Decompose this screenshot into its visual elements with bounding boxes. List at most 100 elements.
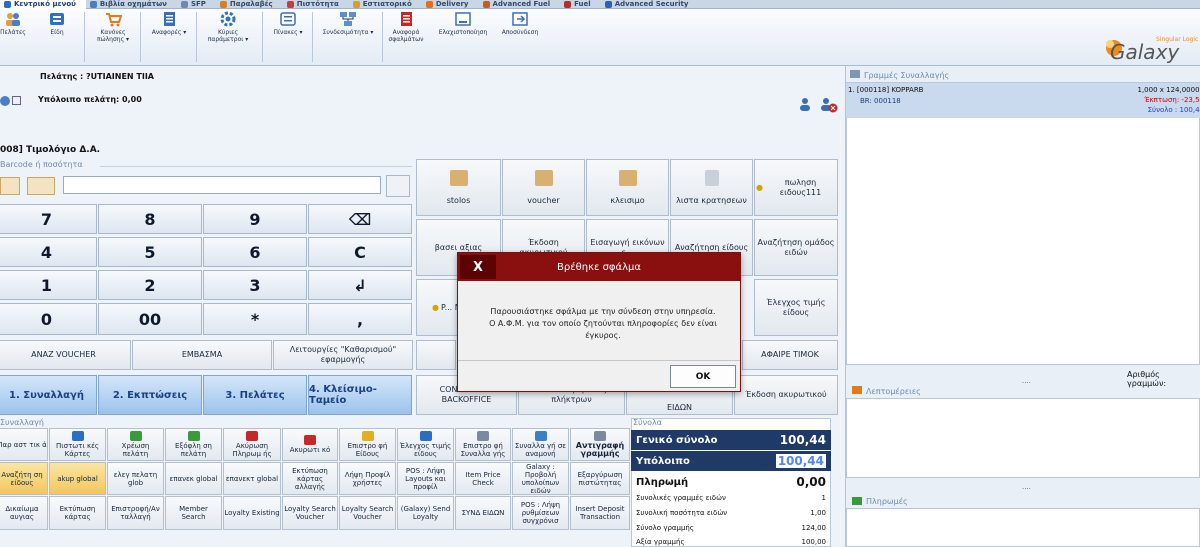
keyboard-icon[interactable] (386, 175, 410, 197)
ribbon-reports-button[interactable]: Αναφορές ▾ (150, 11, 188, 36)
transaction-button[interactable]: Εκτύπωση κάρτας (49, 496, 106, 530)
ribbon-label: Κανόνες πώλησης ▾ (96, 29, 130, 43)
transaction-button[interactable]: Αναζήτη ση είδους (0, 462, 48, 495)
transaction-button[interactable]: Επιστρο φή Συναλλα γής (455, 428, 511, 461)
price-icon[interactable] (27, 177, 55, 195)
transaction-button[interactable]: επανεκτ global (223, 462, 281, 495)
ribbon-main-settings-button[interactable]: Κύριες παράμετροι ▾ (203, 11, 253, 43)
func-voucher[interactable]: voucher (502, 159, 585, 216)
func-item-group-search[interactable]: Αναζήτηση ομάδος ειδών (754, 219, 838, 276)
transaction-button[interactable]: POS : Λήψη ρυθμίσεων συγχρόνισ (512, 496, 569, 530)
ribbon-items-button[interactable]: Είδη (42, 11, 72, 36)
key-comma[interactable]: , (308, 303, 412, 335)
transaction-button[interactable]: ελεγ πελατη glob (107, 462, 164, 495)
key-8[interactable]: 8 (98, 204, 202, 234)
transaction-button[interactable]: Εξόφλη ση πελάτη (165, 428, 222, 461)
func-close[interactable]: κλεισιμο (586, 159, 669, 216)
tab-loyalty[interactable]: Πιστότητα (283, 0, 349, 9)
transaction-button[interactable]: Λήψη Προφίλ χρήστες (339, 462, 396, 495)
key-6[interactable]: 6 (203, 237, 307, 267)
key-multiply[interactable]: * (203, 303, 307, 335)
transaction-button[interactable]: Εκτύπωση κάρτας αλλαγής (282, 462, 338, 495)
transaction-button[interactable]: Έλεγχος τιμής είδους (397, 428, 454, 461)
transaction-button[interactable]: Ακύρωση Πληρωμ ής (223, 428, 281, 461)
ribbon-minimize-button[interactable]: Ελαχιστοποίηση (436, 11, 490, 36)
transaction-button[interactable]: Ακυρωτι κό (282, 428, 338, 461)
transaction-button[interactable]: Loyalty Search Voucher (282, 496, 338, 530)
key-7[interactable]: 7 (0, 204, 97, 234)
func-reservations[interactable]: λιστα κρατησεων (670, 159, 753, 216)
transaction-button[interactable]: POS : Λήψη Layouts και προφίλ (397, 462, 454, 495)
transaction-button[interactable]: (Galaxy) Send Loyalty (397, 496, 454, 530)
dialog-ok-button[interactable]: OK (670, 365, 736, 388)
ribbon-logout-button[interactable]: Αποσύνδεση (496, 11, 544, 36)
func-price-check[interactable]: Έλεγχος τιμής είδους (754, 279, 838, 336)
key-2[interactable]: 2 (98, 270, 202, 300)
tab-fuel[interactable]: Fuel (560, 0, 601, 9)
tab-sfp[interactable]: SFP (177, 0, 216, 9)
tab-customers-button[interactable]: 3. Πελάτες (203, 375, 307, 415)
func-stolos[interactable]: stolos (416, 159, 501, 216)
transaction-button[interactable]: Loyalty Search Voucher (339, 496, 396, 530)
tab-receipts[interactable]: Παραλαβές (216, 0, 283, 9)
barcode-input[interactable] (63, 176, 381, 194)
key-1[interactable]: 1 (0, 270, 97, 300)
key-3[interactable]: 3 (203, 270, 307, 300)
wire-transfer-button[interactable]: ΕΜΒΑΣΜΑ (132, 340, 272, 370)
transaction-button[interactable]: ΣΥΝΔ ΕΙΔΩΝ (455, 496, 511, 530)
transaction-button[interactable]: Member Search (165, 496, 222, 530)
drag-handle[interactable]: .... (1022, 377, 1031, 385)
transaction-button[interactable]: Δικαίωμα αυγιας (0, 496, 48, 530)
ribbon-tables-button[interactable]: Πίνακες ▾ (272, 11, 304, 36)
func-item-sale[interactable]: ● πωληση ειδους111 (754, 159, 838, 216)
tab-transaction-button[interactable]: 1. Συναλλαγή (0, 375, 97, 415)
void-issue-button[interactable]: Έκδοση ακυρωτικού (734, 375, 838, 415)
transaction-line-1[interactable]: 1. [000118] KOPPARB BR: 000118 1,000 x 1… (846, 83, 1200, 118)
key-enter[interactable]: ↲ (308, 270, 412, 300)
cleanup-functions-button[interactable]: Λειτουργίες "Καθαρισμού" εφαρμογής (273, 340, 413, 370)
tab-advanced-security[interactable]: Advanced Security (601, 0, 699, 9)
tab-discounts-button[interactable]: 2. Εκπτώσεις (98, 375, 202, 415)
transaction-button[interactable]: Loyalty Existing (223, 496, 281, 530)
transaction-button[interactable]: επανεκ global (165, 462, 222, 495)
ribbon-sale-rules-button[interactable]: Κανόνες πώλησης ▾ (92, 11, 134, 43)
tab-closing-cash-button[interactable]: 4. Κλείσιμο-Ταμείο (308, 375, 412, 415)
tab-restaurant[interactable]: Εστιατορικό (349, 0, 422, 9)
ribbon-connectivity-button[interactable]: Συνδεσιμότητα ▾ (320, 11, 376, 36)
tab-delivery[interactable]: Delivery (422, 0, 479, 9)
transaction-button[interactable]: Insert Deposit Transaction (570, 496, 630, 530)
key-00[interactable]: 00 (98, 303, 202, 335)
ribbon-error-report-button[interactable]: Αναφορά σφαλμάτων (386, 11, 426, 43)
key-9[interactable]: 9 (203, 204, 307, 234)
ribbon-customers-button[interactable]: Πελάτες (0, 11, 26, 36)
transaction-button[interactable]: Χρέωση πελάτη (107, 428, 164, 461)
transaction-button[interactable]: Συναλλα γή σε αναμονή (512, 428, 569, 461)
transaction-button[interactable]: Επιστροφή/Αν ταλλαγή (107, 496, 164, 530)
dialog-close-button[interactable]: X (460, 255, 496, 279)
remove-customer-icon[interactable] (820, 97, 838, 113)
transaction-button[interactable]: Πιστωτι κές Κάρτες (49, 428, 106, 461)
search-voucher-button[interactable]: ΑΝΑΖ VOUCHER (0, 340, 131, 370)
key-5[interactable]: 5 (98, 237, 202, 267)
key-0[interactable]: 0 (0, 303, 97, 335)
drag-handle[interactable]: .... (1022, 483, 1031, 491)
customer-icon[interactable] (798, 97, 812, 111)
tab-advanced-fuel[interactable]: Advanced Fuel (479, 0, 561, 9)
transaction-button[interactable]: akup global (49, 462, 106, 495)
dialog-message: Παρουσιάστηκε σφάλμα με την σύνδεση στην… (489, 307, 717, 340)
item-lookup-icon[interactable] (0, 177, 20, 195)
key-4[interactable]: 4 (0, 237, 97, 267)
key-clear[interactable]: C (308, 237, 412, 267)
tab-vehicle-books[interactable]: Βιβλία οχημάτων (86, 0, 177, 9)
transaction-button[interactable]: Εξαργύρωση πιστώτητας (570, 462, 630, 495)
transaction-button[interactable]: Αντιγραφή γραμμής (570, 428, 630, 461)
key-backspace[interactable]: ⌫ (308, 204, 412, 234)
blank-button[interactable] (416, 340, 456, 370)
transaction-button[interactable]: Παρ αστ τικ ά (0, 428, 48, 461)
lines-list[interactable] (846, 82, 1200, 365)
remove-price-button[interactable]: ΑΦΑΙΡΕ ΤΙΜΟΚ (742, 340, 838, 370)
tab-main-menu[interactable]: Κεντρικό μενού (0, 0, 86, 9)
transaction-button[interactable]: Galaxy : Προβολή υπολοίπων ειδών (512, 462, 569, 495)
transaction-button[interactable]: Item Price Check (455, 462, 511, 495)
transaction-button[interactable]: Επιστρο φή Είδους (339, 428, 396, 461)
